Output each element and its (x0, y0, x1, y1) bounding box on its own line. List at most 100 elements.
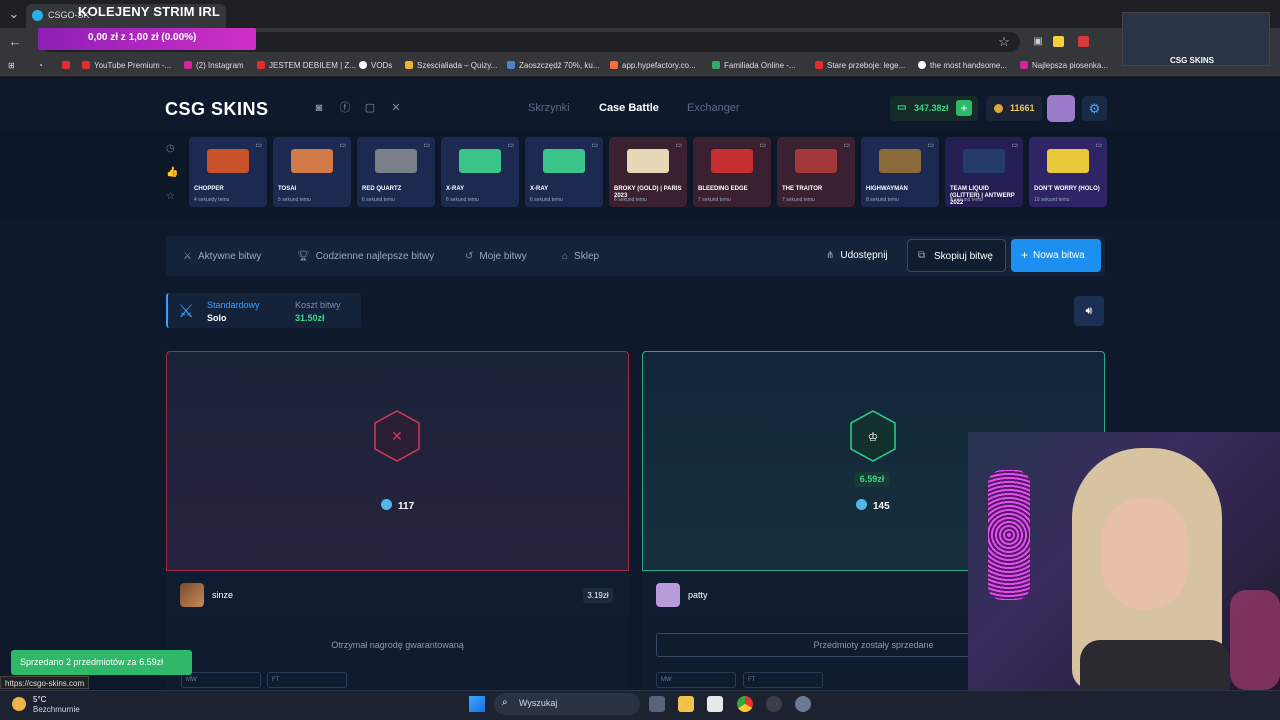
settings-app-icon[interactable] (795, 696, 811, 712)
nav-exchanger[interactable]: Exchanger (687, 102, 740, 114)
live-drop-card[interactable]: ▭ BLEEDING EDGE 7 sekund temu (693, 137, 771, 207)
drop-info-icon[interactable]: ▭ (423, 141, 430, 149)
stream-title-overlay: KOLEJENY STRIM IRL (78, 4, 221, 19)
live-drop-card[interactable]: ▭ CHOPPER 4 sekundy temu (189, 137, 267, 207)
settings-gear-icon[interactable]: ⚙ (1082, 96, 1107, 121)
drop-info-icon[interactable]: ▭ (927, 141, 934, 149)
instagram-icon[interactable]: ▢ (364, 102, 376, 114)
new-battle-button[interactable]: + Nowa bitwa (1011, 239, 1101, 272)
drop-info-icon[interactable]: ▭ (1011, 141, 1018, 149)
item-image (627, 149, 669, 173)
tab-menu-icon[interactable]: ⌄ (6, 6, 22, 22)
bookmark-item[interactable] (62, 61, 74, 70)
copy-battle-button[interactable]: ⧉ Skopiuj bitwę (907, 239, 1006, 272)
bookmark-icon[interactable]: ◔ (38, 61, 43, 70)
drop-time: 6 sekund temu (614, 197, 647, 203)
bookmark-item[interactable]: the most handsome... (918, 61, 1007, 70)
webcam-person-shirt (1080, 640, 1230, 690)
player-name[interactable]: sinze (212, 590, 233, 600)
bookmark-star-icon[interactable]: ☆ (996, 34, 1012, 50)
apps-grid-icon[interactable]: ⊞ (8, 61, 15, 70)
site-logo[interactable]: CSG SKINS (165, 99, 269, 120)
drop-info-icon[interactable]: ▭ (843, 141, 850, 149)
chrome-icon[interactable] (737, 696, 753, 712)
live-drop-card[interactable]: ▭ BROKY (GOLD) | PARIS 2023 6 sekund temu (609, 137, 687, 207)
daily-best-battles-link[interactable]: 🏆︎ Codzienne najlepsze bitwy (297, 251, 434, 262)
player-coins: 145 (856, 499, 890, 512)
user-avatar[interactable] (1047, 95, 1075, 122)
live-drop-card[interactable]: ▭ RED QUARTZ 6 sekund temu (357, 137, 435, 207)
deposit-button[interactable]: + (956, 100, 972, 116)
file-explorer-icon[interactable] (678, 696, 694, 712)
discord-icon[interactable]: ◙ (313, 102, 325, 114)
share-button[interactable]: ⋔ Udostępnij (826, 250, 888, 261)
extension-icon[interactable] (1053, 36, 1064, 47)
item-image (375, 149, 417, 173)
nav-case-battle[interactable]: Case Battle (599, 102, 659, 114)
bookmark-item[interactable]: Najlepsza piosenka... (1020, 61, 1108, 70)
drop-info-icon[interactable]: ▭ (255, 141, 262, 149)
battle-cost-label: Koszt bitwy (295, 300, 341, 310)
my-battles-link[interactable]: ↺ Moje bitwy (465, 251, 527, 262)
extension-icon[interactable]: ▣ (1030, 34, 1046, 50)
history-clock-icon[interactable]: ◷ (166, 143, 178, 155)
extension-icon[interactable] (1078, 36, 1089, 47)
live-drop-card[interactable]: ▭ TEAM LIQUID (GLITTER) | ANTWERP 2022 9 s… (945, 137, 1023, 207)
drop-info-icon[interactable]: ▭ (507, 141, 514, 149)
item-image (459, 149, 501, 173)
bookmark-item[interactable]: YouTube Premium -... (82, 61, 171, 70)
sound-toggle-icon[interactable]: 🔊︎ (1074, 296, 1104, 326)
bookmark-item[interactable]: Familiada Online -... (712, 61, 796, 70)
history-icon: ↺ (465, 251, 474, 262)
player-name[interactable]: patty (688, 590, 708, 600)
crossed-swords-icon: ⚔ (178, 301, 195, 321)
bookmark-item[interactable]: (2) Instagram (184, 61, 244, 70)
facebook-icon[interactable]: ⓕ (339, 102, 351, 114)
drop-info-icon[interactable]: ▭ (675, 141, 682, 149)
item-image (543, 149, 585, 173)
live-drop-card[interactable]: ▭ THE TRAITOR 7 sekund temu (777, 137, 855, 207)
item-image (711, 149, 753, 173)
x-twitter-icon[interactable]: ✕ (390, 102, 402, 114)
task-view-icon[interactable] (649, 696, 665, 712)
weather-description[interactable]: Bezchmurnie (33, 705, 80, 714)
drop-info-icon[interactable]: ▭ (759, 141, 766, 149)
live-drop-card[interactable]: ▭ X-RAY 6 sekund temu (525, 137, 603, 207)
drop-info-icon[interactable]: ▭ (339, 141, 346, 149)
obs-icon[interactable] (766, 696, 782, 712)
bookmark-item[interactable]: Szescialiada – Quizy... (405, 61, 497, 70)
live-drop-card[interactable]: ▭ X-RAY 6 sekund temu (441, 137, 519, 207)
sold-notification-toast[interactable]: Sprzedano 2 przedmiotów za 6.59zł (11, 650, 192, 675)
store-icon[interactable] (707, 696, 723, 712)
nav-skrzynki[interactable]: Skrzynki (528, 102, 570, 114)
drop-info-icon[interactable]: ▭ (1095, 141, 1102, 149)
wallet-icon: ▭ (897, 102, 907, 113)
thumbs-up-icon[interactable]: 👍 (166, 167, 178, 179)
item-image (879, 149, 921, 173)
live-drop-card[interactable]: ▭ HIGHWAYMAN 8 sekund temu (861, 137, 939, 207)
live-drop-card[interactable]: ▭ TOSAI 5 sekund temu (273, 137, 351, 207)
player-coins: 117 (381, 499, 414, 512)
win-amount-badge: 6.59zł (854, 472, 890, 487)
live-drop-card[interactable]: ▭ DON'T WORRY (HOLO) 10 sekund temu (1029, 137, 1107, 207)
avatar[interactable] (656, 583, 680, 607)
drop-info-icon[interactable]: ▭ (591, 141, 598, 149)
quiz-icon (405, 61, 413, 69)
weather-moon-icon[interactable] (12, 697, 26, 711)
taskbar-search-input[interactable]: ⌕ Wyszukaj (494, 693, 640, 715)
star-icon[interactable]: ☆ (166, 191, 178, 203)
shop-link[interactable]: ⌂ Sklep (562, 251, 599, 262)
windows-start-icon[interactable] (469, 696, 485, 712)
drop-time: 5 sekund temu (278, 197, 311, 203)
mode-value: Solo (207, 313, 227, 323)
drop-time: 6 sekund temu (446, 197, 479, 203)
back-icon[interactable]: ← (7, 34, 23, 50)
avatar[interactable] (180, 583, 204, 607)
bookmark-item[interactable]: Stare przeboje: lege... (815, 61, 905, 70)
bookmark-item[interactable]: app.hypefactory.co... (610, 61, 696, 70)
bookmark-item[interactable]: Zaoszczędź 70%, ku... (507, 61, 599, 70)
weather-temperature[interactable]: 5°C (33, 695, 46, 704)
bookmark-item[interactable]: VODs (359, 61, 392, 70)
bookmark-item[interactable]: JESTEM DEBILEM | Z... (257, 61, 356, 70)
active-battles-link[interactable]: ⚔ Aktywne bitwy (183, 251, 261, 262)
